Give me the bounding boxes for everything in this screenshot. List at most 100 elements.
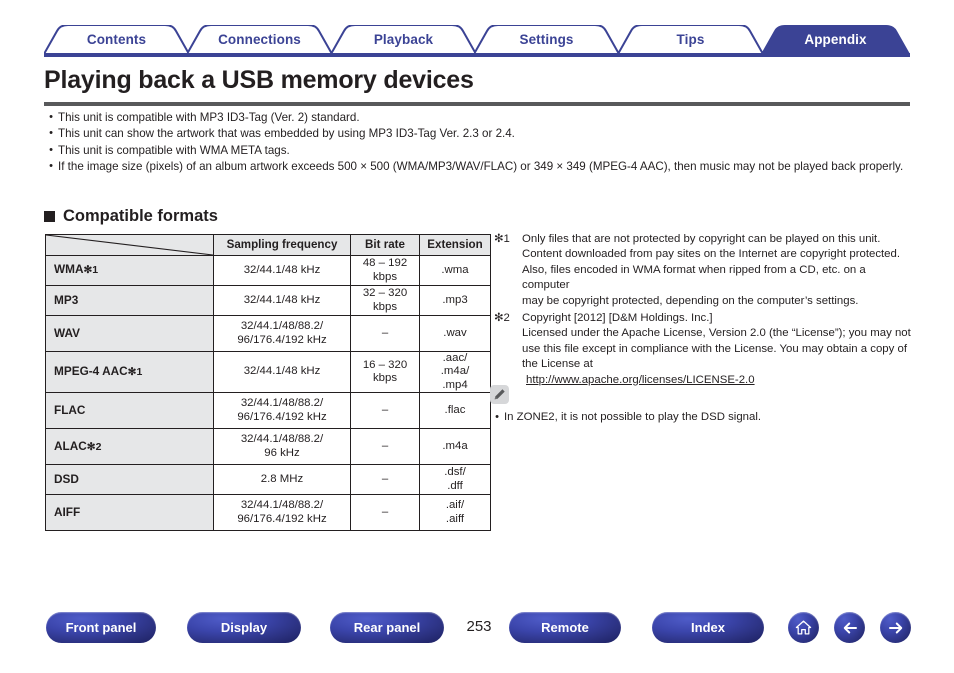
- footer-button-rear-panel[interactable]: Rear panel: [330, 612, 444, 643]
- cell-bit-rate-line: kbps: [372, 372, 398, 385]
- pencil-icon: [490, 385, 509, 404]
- tab-tips[interactable]: Tips: [618, 25, 763, 54]
- footnote-line: may be copyright protected, depending on…: [522, 294, 859, 307]
- footer-button-remote[interactable]: Remote: [509, 612, 621, 643]
- cell-sampling-frequency-line: 96/176.4/192 kHz: [237, 333, 327, 346]
- cell-sampling-frequency-line: 32/44.1/48/88.2/: [240, 499, 324, 512]
- bullet-dot-icon: •: [495, 411, 499, 423]
- cell-bit-rate: –: [350, 464, 420, 496]
- title-divider: [44, 102, 910, 106]
- footer-arrow-left-button[interactable]: [834, 612, 865, 643]
- arrow-left-icon: [843, 622, 857, 633]
- cell-bit-rate-line: –: [381, 326, 389, 339]
- column-header-sampling-frequency: Sampling frequency: [213, 234, 351, 256]
- format-name-text: MP3: [54, 292, 79, 307]
- format-name-text: ALAC: [54, 438, 87, 453]
- footnotes: ✻1 Only files that are not protected by c…: [494, 232, 914, 390]
- cell-sampling-frequency: 32/44.1/48 kHz: [213, 255, 351, 286]
- cell-sampling-frequency-line: 2.8 MHz: [260, 473, 304, 486]
- table-header-row: Sampling frequency Bit rate Extension: [45, 234, 491, 256]
- memo-bullet-row: • In ZONE2, it is not possible to play t…: [490, 410, 910, 425]
- footer-button-label: Front panel: [65, 620, 137, 635]
- cell-format-name: MPEG-4 AAC✻1: [45, 350, 214, 394]
- cell-bit-rate: –: [350, 392, 420, 430]
- tab-label: Tips: [676, 31, 705, 47]
- footer-button-label: Display: [220, 620, 268, 635]
- cell-bit-rate: 48 – 192 kbps: [350, 255, 420, 286]
- cell-sampling-frequency: 32/44.1/48/88.2/96/176.4/192 kHz: [213, 315, 351, 352]
- table-row: WMA✻1 32/44.1/48 kHz 48 – 192 kbps .wma: [45, 255, 491, 286]
- cell-bit-rate-line: kbps: [372, 300, 398, 313]
- format-footnote-marker: ✻1: [127, 365, 143, 378]
- tab-contents[interactable]: Contents: [44, 25, 189, 54]
- footnote-marker: ✻2: [494, 312, 510, 325]
- section-heading: Compatible formats: [44, 207, 218, 226]
- table-body: WMA✻1 32/44.1/48 kHz 48 – 192 kbps .wma MP3 32…: [45, 255, 491, 532]
- diagonal-divider-icon: [46, 235, 213, 255]
- cell-extension: .m4a: [419, 428, 491, 466]
- tab-appendix[interactable]: Appendix: [761, 25, 910, 54]
- cell-sampling-frequency: 2.8 MHz: [213, 464, 351, 496]
- column-header-bit-rate: Bit rate: [350, 234, 420, 256]
- format-name-text: FLAC: [54, 403, 86, 418]
- footnote-line: Only files that are not protected by cop…: [522, 233, 881, 245]
- cell-sampling-frequency-line: 96/176.4/192 kHz: [237, 410, 327, 423]
- footer-arrow-right-button[interactable]: [880, 612, 911, 643]
- footnote-body: Copyright [2012] [D&M Holdings. Inc.] Lic…: [522, 311, 914, 388]
- cell-extension-line: .wav: [443, 326, 467, 339]
- cell-extension: .aac/.m4a/.mp4: [419, 350, 491, 394]
- section-heading-label: Compatible formats: [63, 207, 218, 225]
- cell-extension-line: .aif/: [445, 499, 465, 512]
- cell-extension: .wav: [419, 315, 491, 352]
- cell-format-name: WAV: [45, 315, 214, 352]
- intro-bullet-item: • This unit is compatible with MP3 ID3-Ta…: [44, 110, 914, 125]
- footer-button-label: Rear panel: [353, 620, 421, 635]
- format-name-text: MPEG-4 AAC: [54, 363, 128, 378]
- footer-bar: 253 Front panel Display Rear panel Remote In…: [0, 612, 954, 668]
- cell-sampling-frequency: 32/44.1/48 kHz: [213, 350, 351, 394]
- tab-playback[interactable]: Playback: [331, 25, 476, 54]
- table-row: ALAC✻2 32/44.1/48/88.2/96 kHz – .m4a: [45, 428, 491, 466]
- cell-extension-line: .wma: [441, 263, 469, 276]
- intro-bullet-item: • This unit can show the artwork that was…: [44, 126, 914, 141]
- top-tab-bar: Contents Connections Playback Settings Tips A…: [0, 0, 954, 58]
- footer-button-display[interactable]: Display: [187, 612, 301, 643]
- tab-settings[interactable]: Settings: [474, 25, 619, 54]
- tab-connections[interactable]: Connections: [187, 25, 332, 54]
- bullet-dot-icon: •: [49, 143, 53, 156]
- tab-label: Contents: [86, 31, 147, 47]
- cell-format-name: MP3: [45, 285, 214, 316]
- cell-sampling-frequency-line: 32/44.1/48 kHz: [243, 365, 321, 378]
- page-title: Playing back a USB memory devices: [44, 66, 474, 94]
- intro-bullet-text: This unit is compatible with MP3 ID3-Tag…: [58, 111, 360, 124]
- cell-extension: .dsf/.dff: [419, 464, 491, 496]
- footer-home-button[interactable]: [788, 612, 819, 643]
- cell-format-name: AIFF: [45, 494, 214, 532]
- cell-bit-rate-line: kbps: [372, 270, 398, 283]
- table-head: Sampling frequency Bit rate Extension: [45, 234, 491, 256]
- intro-bullet-text: If the image size (pixels) of an album a…: [58, 159, 904, 173]
- cell-sampling-frequency: 32/44.1/48/88.2/96 kHz: [213, 428, 351, 466]
- format-name-text: AIFF: [54, 505, 81, 520]
- cell-extension-line: .m4a/: [440, 365, 470, 378]
- footnote-item: ✻1 Only files that are not protected by c…: [494, 232, 914, 309]
- cell-bit-rate: –: [350, 315, 420, 352]
- tab-label: Playback: [373, 31, 434, 47]
- format-footnote-marker: ✻2: [86, 440, 102, 453]
- intro-bullet-text: This unit is compatible with WMA META ta…: [58, 143, 290, 157]
- footer-button-label: Remote: [541, 620, 589, 635]
- cell-bit-rate: –: [350, 428, 420, 466]
- square-bullet-icon: [44, 211, 55, 222]
- footnote-item: ✻2 Copyright [2012] [D&M Holdings. Inc.] L…: [494, 311, 914, 388]
- cell-format-name: FLAC: [45, 392, 214, 430]
- cell-sampling-frequency: 32/44.1/48/88.2/96/176.4/192 kHz: [213, 392, 351, 430]
- footnote-line: use this file except in compliance with …: [522, 342, 907, 355]
- footer-button-index[interactable]: Index: [652, 612, 764, 643]
- table-row: AIFF 32/44.1/48/88.2/96/176.4/192 kHz – .ai…: [45, 494, 491, 532]
- cell-bit-rate-line: –: [381, 473, 389, 486]
- footnote-line: Also, files encoded in WMA format when r…: [522, 263, 866, 292]
- cell-extension-line: .dsf/: [444, 466, 466, 479]
- cell-extension: .flac: [419, 392, 491, 430]
- tab-label: Appendix: [804, 31, 867, 47]
- footer-button-front-panel[interactable]: Front panel: [46, 612, 156, 643]
